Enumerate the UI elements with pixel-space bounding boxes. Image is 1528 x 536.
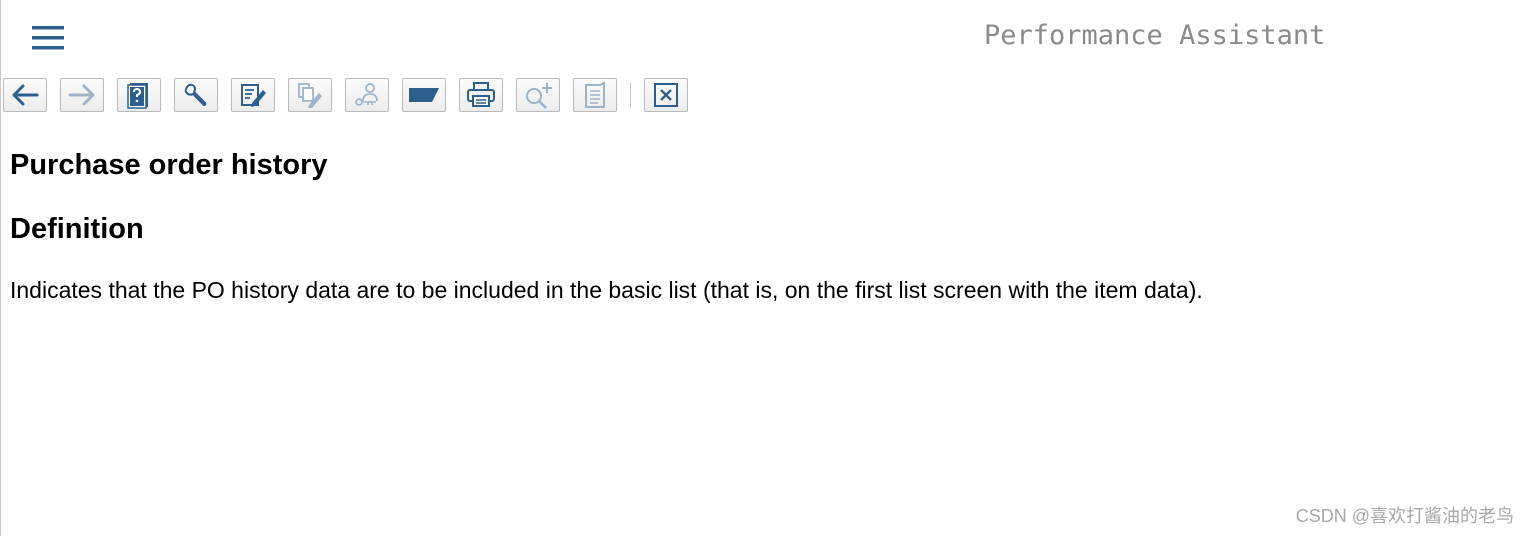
app-title: Performance Assistant bbox=[984, 20, 1326, 51]
notes-icon bbox=[585, 81, 605, 108]
flag-button[interactable] bbox=[402, 78, 446, 112]
user-key-button[interactable] bbox=[345, 78, 389, 112]
close-icon bbox=[654, 83, 678, 107]
toolbar-separator bbox=[630, 82, 631, 108]
edit-document-icon bbox=[241, 84, 266, 107]
search-plus-icon bbox=[526, 83, 552, 109]
flag-icon bbox=[409, 88, 439, 102]
wrench-icon bbox=[184, 83, 207, 106]
technical-info-button[interactable] bbox=[174, 78, 218, 112]
copy-edit-button[interactable] bbox=[288, 78, 332, 112]
user-key-icon bbox=[355, 83, 378, 106]
page-title: Purchase order history bbox=[10, 149, 328, 181]
help-book-icon bbox=[127, 83, 148, 109]
copy-edit-icon bbox=[298, 83, 322, 108]
find-button[interactable] bbox=[516, 78, 560, 112]
arrow-right-icon bbox=[68, 84, 95, 106]
hamburger-menu-icon[interactable] bbox=[30, 24, 66, 54]
arrow-left-icon bbox=[12, 84, 39, 106]
notes-button[interactable] bbox=[573, 78, 617, 112]
watermark: CSDN @喜欢打酱油的老鸟 bbox=[1295, 506, 1514, 526]
print-button[interactable] bbox=[459, 78, 503, 112]
definition-heading: Definition bbox=[10, 213, 144, 245]
printer-icon bbox=[467, 82, 495, 107]
definition-text: Indicates that the PO history data are t… bbox=[10, 277, 1203, 303]
help-button[interactable] bbox=[117, 78, 161, 112]
back-button[interactable] bbox=[3, 78, 47, 112]
toolbar bbox=[3, 76, 701, 114]
window-left-border bbox=[0, 0, 1, 536]
forward-button[interactable] bbox=[60, 78, 104, 112]
close-button[interactable] bbox=[644, 78, 688, 112]
edit-document-button[interactable] bbox=[231, 78, 275, 112]
help-content: Purchase order history Definition Indica… bbox=[10, 147, 1518, 305]
